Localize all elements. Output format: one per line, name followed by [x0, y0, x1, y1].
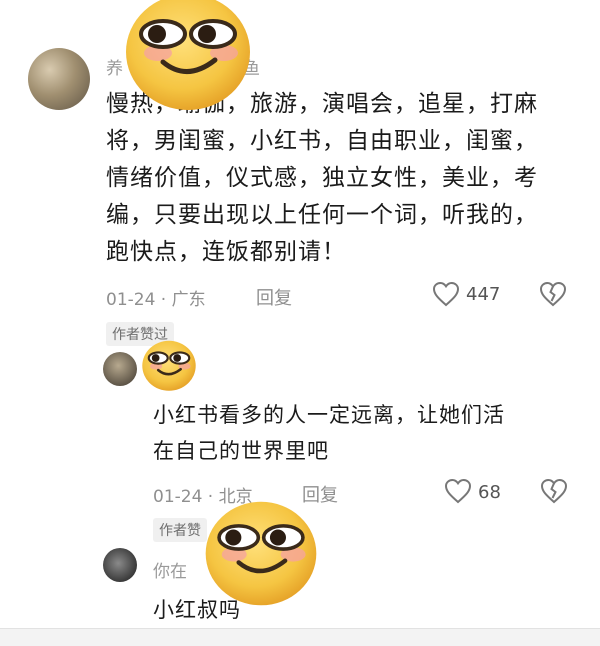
comment-line: 编，只要出现以上任何一个词，听我的，: [106, 202, 538, 228]
comment-line: 跑快点，连饭都别请！: [106, 239, 346, 265]
smirk-emoji-sticker: [126, 0, 250, 110]
smirk-emoji-sticker: [142, 340, 196, 391]
comment-like-count: 447: [466, 284, 501, 305]
broken-heart-icon: [540, 478, 568, 504]
comment-line: 将，男闺蜜，小红书，自由职业，闺蜜，: [106, 128, 538, 154]
smirk-emoji-sticker: [205, 501, 317, 606]
reply1-line: 小红书看多的人一定远离，让她们活: [153, 403, 505, 427]
bottom-bar: [0, 628, 600, 646]
broken-heart-icon: [539, 281, 567, 307]
reply2-username[interactable]: 你在: [153, 557, 187, 582]
reply1-dislike-button[interactable]: [540, 478, 568, 508]
heart-outline-icon: [444, 478, 472, 504]
comment-like-button[interactable]: [432, 281, 460, 311]
heart-outline-icon: [432, 281, 460, 307]
comment-reply-button[interactable]: 回复: [256, 284, 292, 310]
reply1-like-count: 68: [478, 482, 501, 503]
author-liked-badge: 作者赞: [153, 518, 207, 542]
reply1-line: 在自己的世界里吧: [153, 439, 329, 463]
reply1-body: 小红书看多的人一定远离，让她们活 在自己的世界里吧: [153, 397, 573, 469]
comment-line: 情绪价值，仪式感，独立女性，美业，考: [106, 165, 538, 191]
commenter-avatar[interactable]: [28, 48, 90, 110]
comment-date-location: 01-24 · 广东: [106, 290, 206, 310]
reply1-like-button[interactable]: [444, 478, 472, 508]
comment-dislike-button[interactable]: [539, 281, 567, 311]
reply1-avatar[interactable]: [103, 352, 137, 386]
reply2-avatar[interactable]: [103, 548, 137, 582]
